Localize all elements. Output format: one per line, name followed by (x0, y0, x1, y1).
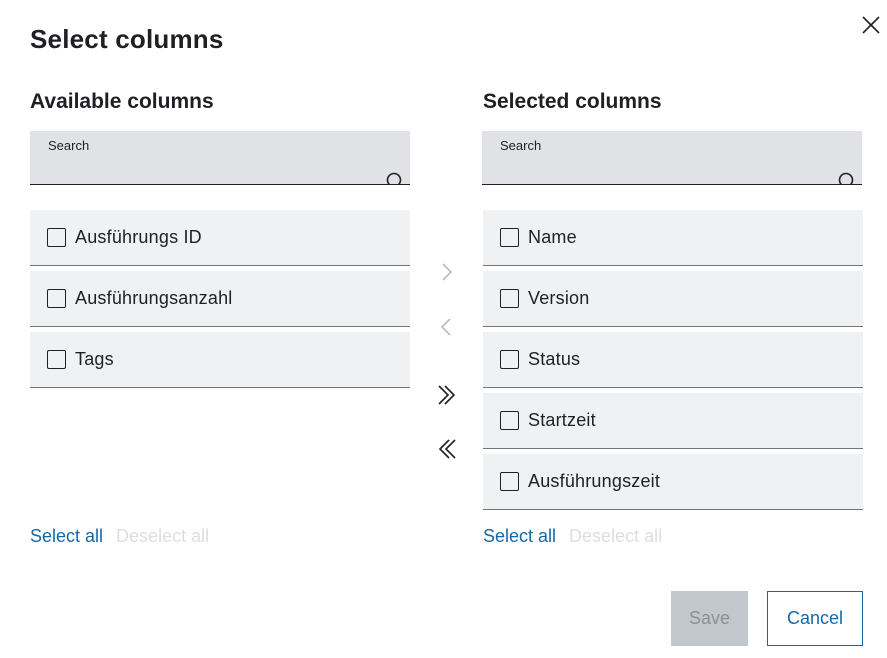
move-right-button[interactable] (434, 259, 460, 285)
selected-search-label: Search (500, 138, 542, 153)
checkbox[interactable] (500, 228, 519, 247)
double-chevron-right-icon (438, 385, 456, 405)
list-item[interactable]: Startzeit (483, 393, 863, 449)
cancel-button[interactable]: Cancel (767, 591, 863, 646)
available-select-all-link[interactable]: Select all (30, 526, 103, 547)
available-columns-heading: Available columns (30, 90, 214, 113)
list-item[interactable]: Version (483, 271, 863, 327)
list-item[interactable]: Tags (30, 332, 410, 388)
chevron-right-icon (442, 263, 453, 281)
available-search-field[interactable]: Search (30, 131, 410, 185)
selected-search-field[interactable]: Search (482, 131, 862, 185)
list-item-label: Version (528, 288, 590, 308)
available-columns-list: Ausführungs ID Ausführungsanzahl Tags (30, 210, 410, 393)
selected-selection-links: Select all Deselect all (483, 526, 662, 547)
available-deselect-all-link: Deselect all (116, 526, 210, 546)
list-item-label: Name (528, 227, 577, 247)
move-all-left-button[interactable] (434, 436, 460, 462)
list-item[interactable]: Ausführungs ID (30, 210, 410, 266)
dialog-title: Select columns (30, 24, 224, 54)
checkbox[interactable] (47, 350, 66, 369)
checkbox[interactable] (47, 228, 66, 247)
close-icon (862, 16, 880, 34)
list-item-label: Ausführungszeit (528, 471, 661, 491)
search-icon (836, 171, 856, 185)
selected-columns-heading: Selected columns (483, 90, 662, 113)
list-item[interactable]: Name (483, 210, 863, 266)
double-chevron-left-icon (438, 439, 456, 459)
list-item[interactable]: Ausführungszeit (483, 454, 863, 510)
list-item[interactable]: Ausführungsanzahl (30, 271, 410, 327)
selected-search-input[interactable] (498, 157, 828, 181)
available-search-label: Search (48, 138, 90, 153)
search-icon (384, 171, 404, 185)
list-item[interactable]: Status (483, 332, 863, 388)
checkbox[interactable] (47, 289, 66, 308)
close-button[interactable] (858, 12, 884, 38)
checkbox[interactable] (500, 472, 519, 491)
selected-deselect-all-link: Deselect all (569, 526, 663, 546)
chevron-left-icon (440, 318, 451, 336)
save-button[interactable]: Save (671, 591, 748, 646)
available-selection-links: Select all Deselect all (30, 526, 209, 547)
list-item-label: Status (528, 349, 581, 369)
move-left-button[interactable] (434, 314, 460, 340)
checkbox[interactable] (500, 350, 519, 369)
checkbox[interactable] (500, 289, 519, 308)
checkbox[interactable] (500, 411, 519, 430)
move-all-right-button[interactable] (434, 382, 460, 408)
list-item-label: Tags (75, 349, 114, 369)
list-item-label: Ausführungs ID (75, 227, 202, 247)
list-item-label: Startzeit (528, 410, 596, 430)
selected-columns-list: Name Version Status Startzeit Ausführung… (483, 210, 863, 515)
list-item-label: Ausführungsanzahl (75, 288, 233, 308)
selected-select-all-link[interactable]: Select all (483, 526, 556, 547)
available-search-input[interactable] (46, 157, 376, 181)
